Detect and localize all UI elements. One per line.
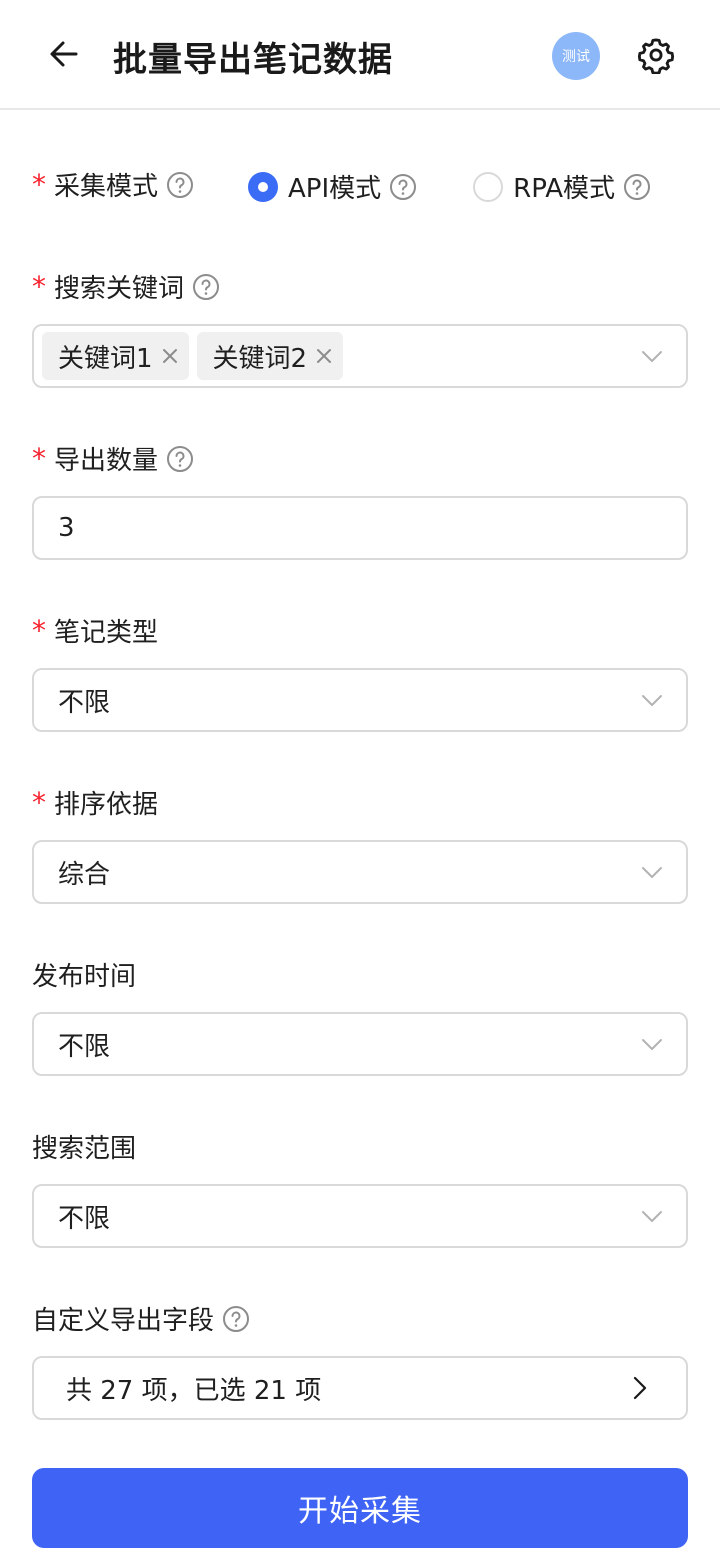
publish-time-select[interactable]: 不限 — [32, 1012, 688, 1076]
chevron-down-icon — [640, 860, 664, 891]
publish-time-value: 不限 — [58, 1031, 111, 1062]
chevron-down-icon — [640, 1032, 664, 1063]
gear-icon — [637, 38, 675, 74]
chevron-down-icon — [640, 1204, 664, 1235]
note-type-select[interactable]: 不限 — [32, 668, 688, 732]
close-icon[interactable] — [161, 347, 179, 365]
mode-label: 采集模式 — [54, 172, 159, 202]
required-mark: * — [32, 614, 46, 647]
arrow-left-icon — [50, 41, 78, 67]
help-icon[interactable] — [192, 273, 220, 301]
keywords-label: 搜索关键词 — [54, 274, 185, 304]
keywords-select[interactable]: 关键词1 关键词2 — [32, 324, 688, 388]
count-value: 3 — [58, 513, 75, 543]
sort-label: 排序依据 — [54, 790, 159, 820]
required-mark: * — [32, 270, 46, 303]
note-type-label-row: * 笔记类型 — [32, 612, 158, 649]
radio-selected-icon — [248, 171, 278, 202]
keyword-tag-label: 关键词1 — [58, 343, 153, 374]
radio-rpa-label: RPA模式 — [513, 174, 616, 204]
custom-fields-label-row: 自定义导出字段 — [32, 1300, 250, 1337]
required-mark: * — [32, 786, 46, 819]
radio-rpa-mode[interactable]: RPA模式 — [473, 168, 651, 205]
help-icon[interactable] — [222, 1305, 250, 1333]
help-icon[interactable] — [389, 173, 417, 201]
mode-radio-group: API模式 RPA模式 — [248, 168, 651, 205]
chevron-down-icon — [640, 688, 664, 719]
header: 批量导出笔记数据 测试 — [0, 0, 720, 110]
chevron-down-icon — [640, 344, 664, 375]
required-mark: * — [32, 168, 46, 201]
sort-value: 综合 — [58, 859, 111, 890]
scope-select[interactable]: 不限 — [32, 1184, 688, 1248]
sort-label-row: * 排序依据 — [32, 784, 158, 821]
sort-select[interactable]: 综合 — [32, 840, 688, 904]
help-icon[interactable] — [623, 173, 651, 201]
scope-label-row: 搜索范围 — [32, 1128, 136, 1165]
custom-fields-label: 自定义导出字段 — [32, 1306, 215, 1336]
note-type-label: 笔记类型 — [54, 618, 159, 648]
custom-fields-summary: 共 27 项，已选 21 项 — [66, 1375, 322, 1406]
keyword-tag: 关键词2 — [196, 332, 344, 380]
keyword-tag-label: 关键词2 — [212, 343, 308, 374]
scope-value: 不限 — [58, 1203, 111, 1234]
keyword-tags: 关键词1 关键词2 — [42, 332, 351, 380]
page-title: 批量导出笔记数据 — [113, 40, 393, 80]
mode-label-row: * 采集模式 — [32, 166, 194, 203]
count-input[interactable]: 3 — [32, 496, 688, 560]
keyword-tag: 关键词1 — [42, 332, 189, 380]
count-label-row: * 导出数量 — [32, 440, 194, 477]
count-label: 导出数量 — [54, 446, 159, 476]
keywords-label-row: * 搜索关键词 — [32, 268, 220, 305]
publish-time-label: 发布时间 — [32, 962, 137, 992]
radio-api-mode[interactable]: API模式 — [248, 168, 417, 205]
settings-button[interactable] — [634, 33, 678, 77]
radio-unselected-icon — [473, 171, 504, 202]
required-mark: * — [32, 442, 46, 475]
radio-api-label: API模式 — [288, 174, 382, 204]
close-icon[interactable] — [315, 347, 333, 365]
back-button[interactable] — [44, 34, 84, 74]
custom-fields-selector[interactable]: 共 27 项，已选 21 项 — [32, 1356, 688, 1420]
test-badge[interactable]: 测试 — [552, 32, 600, 80]
help-icon[interactable] — [166, 445, 194, 473]
scope-label: 搜索范围 — [32, 1134, 137, 1164]
note-type-value: 不限 — [58, 687, 111, 718]
publish-time-label-row: 发布时间 — [32, 956, 136, 993]
help-icon[interactable] — [166, 171, 194, 199]
start-collect-button[interactable]: 开始采集 — [32, 1468, 688, 1548]
chevron-right-icon — [628, 1376, 652, 1407]
